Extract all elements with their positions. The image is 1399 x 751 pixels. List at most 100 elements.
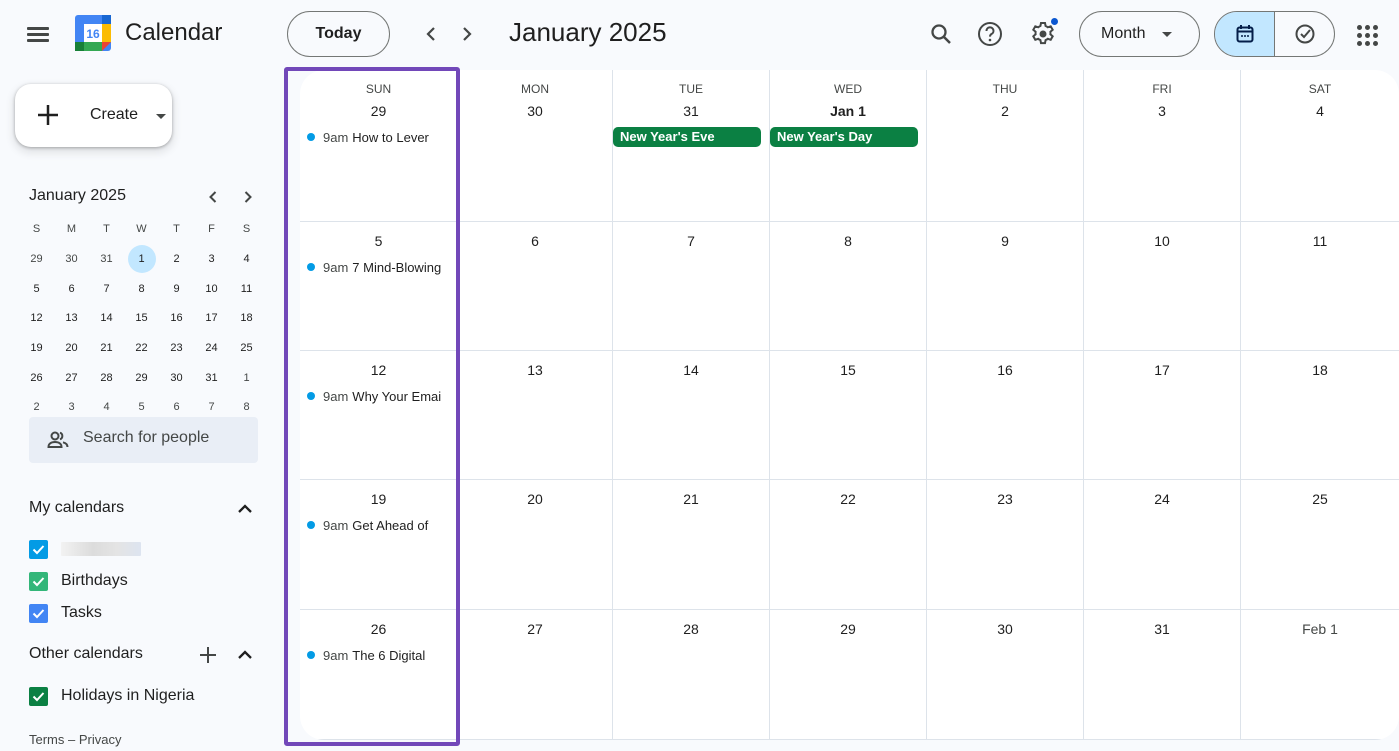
mini-day[interactable]: 11 <box>229 274 264 304</box>
day-cell[interactable]: 17 <box>1084 351 1241 480</box>
main-menu-button[interactable] <box>22 18 54 50</box>
mini-day[interactable]: 31 <box>89 244 124 274</box>
day-number[interactable]: 3 <box>1084 103 1240 119</box>
mini-day[interactable]: 18 <box>229 303 264 333</box>
mini-day[interactable]: 1 <box>229 363 264 393</box>
view-select-dropdown[interactable]: Month <box>1079 11 1200 57</box>
calendar-list-item[interactable]: Holidays in Nigeria <box>29 684 194 708</box>
today-button[interactable]: Today <box>287 11 390 57</box>
day-cell[interactable]: 5 9am 7 Mind-Blowing <box>300 222 458 351</box>
search-people-field[interactable] <box>29 417 258 463</box>
help-button[interactable] <box>972 16 1008 52</box>
mini-calendar-next-button[interactable] <box>237 186 259 208</box>
mini-day[interactable]: 30 <box>54 244 89 274</box>
day-cell[interactable]: THU 2 <box>927 70 1084 222</box>
day-cell[interactable]: 23 <box>927 480 1084 610</box>
timed-event[interactable]: 9am The 6 Digital <box>307 645 441 665</box>
mini-day[interactable]: 4 <box>229 244 264 274</box>
day-number[interactable]: Feb 1 <box>1241 621 1399 637</box>
calendar-list-item[interactable] <box>29 537 141 561</box>
day-cell[interactable]: 20 <box>458 480 613 610</box>
day-cell[interactable]: 22 <box>770 480 927 610</box>
calendar-list-item[interactable]: Tasks <box>29 601 102 625</box>
mini-day[interactable]: 16 <box>159 303 194 333</box>
calendar-checkbox[interactable] <box>29 571 48 591</box>
timed-event[interactable]: 9am Get Ahead of <box>307 515 441 535</box>
mini-calendar-prev-button[interactable] <box>202 186 224 208</box>
day-number[interactable]: 18 <box>1241 362 1399 378</box>
day-cell[interactable]: 14 <box>613 351 770 480</box>
day-number[interactable]: 10 <box>1084 233 1240 249</box>
day-number[interactable]: 9 <box>927 233 1083 249</box>
mini-day[interactable]: 3 <box>194 244 229 274</box>
day-number[interactable]: 5 <box>300 233 457 249</box>
calendar-view-toggle[interactable] <box>1215 12 1275 56</box>
mini-day[interactable]: 19 <box>19 333 54 363</box>
day-number[interactable]: 22 <box>770 491 926 507</box>
google-apps-button[interactable] <box>1350 18 1382 50</box>
day-cell[interactable]: 30 <box>927 610 1084 740</box>
day-number[interactable]: 6 <box>458 233 612 249</box>
mini-day[interactable]: 28 <box>89 363 124 393</box>
calendar-list-item[interactable]: Birthdays <box>29 569 128 593</box>
mini-day[interactable]: 25 <box>229 333 264 363</box>
mini-day[interactable]: 27 <box>54 363 89 393</box>
day-number[interactable]: 4 <box>1241 103 1399 119</box>
day-number[interactable]: 2 <box>927 103 1083 119</box>
mini-day[interactable]: 20 <box>54 333 89 363</box>
tasks-view-toggle[interactable] <box>1275 12 1334 56</box>
day-number[interactable]: 20 <box>458 491 612 507</box>
day-cell[interactable]: FRI 3 <box>1084 70 1241 222</box>
mini-day[interactable]: 10 <box>194 274 229 304</box>
search-people-input[interactable] <box>83 429 253 447</box>
day-cell[interactable]: 8 <box>770 222 927 351</box>
add-other-calendar-button[interactable] <box>196 643 220 667</box>
mini-day[interactable]: 30 <box>159 363 194 393</box>
timed-event[interactable]: 9am How to Lever <box>307 127 441 147</box>
mini-day[interactable]: 9 <box>159 274 194 304</box>
day-number[interactable]: 7 <box>613 233 769 249</box>
mini-day[interactable]: 14 <box>89 303 124 333</box>
day-number[interactable]: 25 <box>1241 491 1399 507</box>
day-cell[interactable]: 28 <box>613 610 770 740</box>
day-number[interactable]: 30 <box>458 103 612 119</box>
day-number[interactable]: 29 <box>770 621 926 637</box>
day-cell[interactable]: 11 <box>1241 222 1399 351</box>
day-cell[interactable]: 13 <box>458 351 613 480</box>
day-number[interactable]: 30 <box>927 621 1083 637</box>
mini-day[interactable]: 29 <box>19 244 54 274</box>
mini-day[interactable]: 13 <box>54 303 89 333</box>
day-number[interactable]: 26 <box>300 621 457 637</box>
day-cell[interactable]: SUN 29 9am How to Lever <box>300 70 458 222</box>
day-cell[interactable]: 26 9am The 6 Digital <box>300 610 458 740</box>
day-cell[interactable]: 19 9am Get Ahead of <box>300 480 458 610</box>
day-cell[interactable]: 9 <box>927 222 1084 351</box>
day-cell[interactable]: 12 9am Why Your Email <box>300 351 458 480</box>
day-number[interactable]: 23 <box>927 491 1083 507</box>
holiday-event-chip[interactable]: New Year's Eve <box>613 127 761 147</box>
day-cell[interactable]: SAT 4 <box>1241 70 1399 222</box>
day-number[interactable]: 16 <box>927 362 1083 378</box>
mini-day[interactable]: 31 <box>194 363 229 393</box>
day-number[interactable]: 15 <box>770 362 926 378</box>
calendar-checkbox[interactable] <box>29 539 48 559</box>
mini-day[interactable]: 12 <box>19 303 54 333</box>
day-number[interactable]: 14 <box>613 362 769 378</box>
mini-day[interactable]: 7 <box>89 274 124 304</box>
next-period-button[interactable] <box>451 18 483 50</box>
day-cell[interactable]: 24 <box>1084 480 1241 610</box>
mini-day[interactable]: 8 <box>124 274 159 304</box>
mini-day[interactable]: 6 <box>54 274 89 304</box>
day-cell[interactable]: 21 <box>613 480 770 610</box>
day-cell[interactable]: 18 <box>1241 351 1399 480</box>
day-number[interactable]: 31 <box>613 103 769 119</box>
timed-event[interactable]: 9am Why Your Email <box>307 386 441 406</box>
day-number[interactable]: 31 <box>1084 621 1240 637</box>
day-number[interactable]: 24 <box>1084 491 1240 507</box>
mini-day[interactable]: 24 <box>194 333 229 363</box>
mini-day[interactable]: 5 <box>19 274 54 304</box>
day-number[interactable]: 21 <box>613 491 769 507</box>
search-button[interactable] <box>923 16 959 52</box>
other-calendars-collapse-button[interactable] <box>233 643 257 667</box>
mini-day[interactable]: 2 <box>159 244 194 274</box>
